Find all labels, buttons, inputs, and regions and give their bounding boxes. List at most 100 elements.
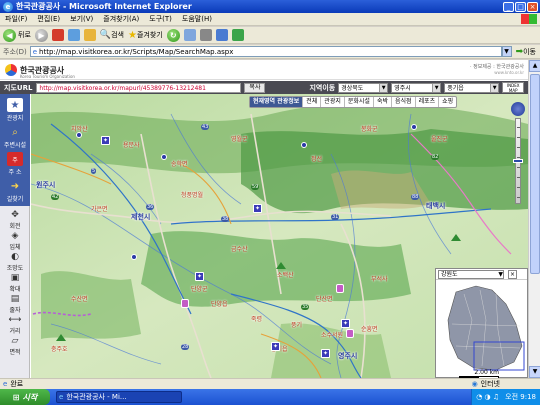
distance-icon: ⟷ bbox=[8, 315, 22, 325]
map-label-place: 용문사 bbox=[123, 142, 140, 149]
forward-button[interactable]: ▶ bbox=[34, 28, 48, 42]
search-button[interactable]: 🔍 검색 bbox=[100, 30, 124, 40]
poi-tourist-icon[interactable]: ✦ bbox=[253, 204, 262, 213]
category-lodging[interactable]: 숙박 bbox=[374, 97, 392, 107]
maximize-button[interactable]: □ bbox=[515, 1, 526, 12]
index-map-button[interactable]: INDEX MAP bbox=[502, 82, 525, 93]
go-button[interactable]: ➡ 이동 bbox=[512, 47, 540, 57]
map-url-field[interactable]: http://map.visitkorea.or.kr/mapurl/45389… bbox=[36, 82, 242, 93]
poi-tourist-icon[interactable]: ✦ bbox=[321, 349, 330, 358]
history-button[interactable]: ↻ bbox=[166, 28, 180, 42]
province-select[interactable]: 경상북도 ▼ bbox=[338, 82, 389, 93]
poi-dot-icon[interactable] bbox=[131, 254, 137, 260]
menu-favorites[interactable]: 즐겨찾기(A) bbox=[98, 14, 144, 24]
compass-icon[interactable] bbox=[511, 102, 525, 116]
magnifier-icon: ⌕ bbox=[12, 126, 18, 138]
overview-close-button[interactable]: × bbox=[508, 269, 517, 279]
zoom-slider-thumb[interactable] bbox=[513, 159, 523, 163]
poi-tourist-icon[interactable]: ✦ bbox=[341, 319, 350, 328]
web-content: 한국관광공사 Korea Tourism Organization · 정보제공… bbox=[0, 60, 540, 378]
messenger-button[interactable] bbox=[231, 29, 244, 41]
terrain-map[interactable]: 현재영역 관광정보 전체 관광지 문화시설 숙박 음식점 레포츠 쇼핑 원주시 … bbox=[31, 94, 528, 378]
menu-view[interactable]: 보기(V) bbox=[65, 14, 98, 24]
home-button[interactable] bbox=[83, 29, 96, 41]
tool-zoom[interactable]: ▣ 확대 bbox=[0, 273, 30, 293]
poi-tourist-icon[interactable]: ✦ bbox=[271, 342, 280, 351]
tray-icons[interactable]: ◔ ◑ ♫ bbox=[476, 393, 499, 401]
poi-dot-icon[interactable] bbox=[76, 132, 82, 138]
back-button[interactable]: ◀ 뒤로 bbox=[3, 28, 31, 42]
start-button[interactable]: ⊞ 시작 bbox=[0, 389, 50, 405]
print-button[interactable] bbox=[199, 29, 212, 41]
poi-dot-icon[interactable] bbox=[161, 154, 167, 160]
favorites-button[interactable]: ★ 즐겨찾기 bbox=[128, 30, 163, 41]
map-label-place: 풍기 bbox=[291, 322, 303, 329]
tool-3d[interactable]: ◈ 입체 bbox=[0, 231, 30, 251]
page-scrollbar[interactable]: ▲ ▼ bbox=[528, 60, 540, 378]
category-shopping[interactable]: 쇼핑 bbox=[439, 97, 456, 107]
tool-distance[interactable]: ⟷ 거리 bbox=[0, 315, 30, 335]
menu-edit[interactable]: 편집(E) bbox=[32, 14, 65, 24]
site-logo[interactable]: 한국관광공사 Korea Tourism Organization bbox=[5, 64, 75, 79]
sidebar-item-tour[interactable]: ★ 관광지 bbox=[0, 98, 30, 122]
tool-ruler[interactable]: ▤ 줄자 bbox=[0, 294, 30, 314]
status-bar: e 완료 ◉ 인터넷 bbox=[0, 378, 540, 389]
scroll-down-button[interactable]: ▼ bbox=[529, 366, 540, 378]
copy-url-button[interactable]: 복사 bbox=[244, 82, 266, 93]
zoom-tick bbox=[517, 137, 520, 138]
address-dropdown-button[interactable]: ▼ bbox=[501, 46, 512, 57]
overview-map-panel: 강원도 ▼ × bbox=[435, 268, 528, 378]
address-input[interactable]: e http://map.visitkorea.or.kr/Scripts/Ma… bbox=[29, 46, 502, 57]
map-label-place: 죽령 bbox=[251, 316, 263, 323]
sidebar-item-route[interactable]: ➜ 길찾기 bbox=[0, 179, 30, 204]
taskbar-item-ie[interactable]: e 한국관광공사 - Mi... bbox=[56, 391, 182, 403]
category-all[interactable]: 전체 bbox=[303, 97, 322, 107]
arrow-icon: ➜ bbox=[10, 180, 20, 192]
stop-button[interactable] bbox=[51, 29, 64, 41]
poi-dot-icon[interactable] bbox=[301, 142, 307, 148]
poi-tourist-icon[interactable]: ✦ bbox=[195, 272, 204, 281]
category-restaurant[interactable]: 음식점 bbox=[392, 97, 416, 107]
map-label-place: 청풍명월 bbox=[181, 192, 204, 199]
menu-file[interactable]: 파일(F) bbox=[0, 14, 32, 24]
town-select[interactable]: 풍기읍 ▼ bbox=[444, 82, 500, 93]
overview-region-select[interactable]: 강원도 ▼ bbox=[438, 269, 504, 279]
overview-header: 강원도 ▼ × bbox=[436, 269, 527, 280]
menu-tools[interactable]: 도구(T) bbox=[144, 14, 177, 24]
scroll-thumb[interactable] bbox=[530, 74, 540, 274]
clock: 오전 9:18 bbox=[505, 393, 536, 401]
close-button[interactable]: × bbox=[527, 1, 538, 12]
zoom-slider-track[interactable] bbox=[513, 118, 523, 204]
category-tourist-spot[interactable]: 관광지 bbox=[321, 97, 345, 107]
scroll-up-button[interactable]: ▲ bbox=[529, 60, 540, 72]
edit-button[interactable] bbox=[215, 29, 228, 41]
overview-map[interactable] bbox=[436, 280, 527, 376]
sidebar-item-address[interactable]: 주 주 소 bbox=[0, 152, 30, 176]
poi-culture-icon[interactable] bbox=[336, 284, 344, 293]
tool-rotate[interactable]: ✥ 회전 bbox=[0, 210, 30, 230]
city-select[interactable]: 영주시 ▼ bbox=[391, 82, 442, 93]
header-credit: · 정보제공 : 한국관광공사 www.knto.or.kr bbox=[469, 64, 524, 75]
tool-area[interactable]: ▱ 면적 bbox=[0, 336, 30, 356]
refresh-button[interactable] bbox=[67, 29, 80, 41]
sidebar-item-nearby[interactable]: ⌕ 주변시설 bbox=[0, 125, 30, 150]
star-icon: ★ bbox=[128, 29, 137, 41]
map-label-place: 송학면 bbox=[171, 161, 188, 168]
minimize-button[interactable]: _ bbox=[503, 1, 514, 12]
zoom-tick bbox=[517, 187, 520, 188]
poi-dot-icon[interactable] bbox=[411, 124, 417, 130]
mail-button[interactable] bbox=[183, 29, 196, 41]
road-number: 5 bbox=[91, 168, 97, 174]
tool-bird-view[interactable]: ◐ 조망도 bbox=[0, 252, 30, 272]
ie-small-icon: e bbox=[59, 393, 64, 401]
poi-culture-icon[interactable] bbox=[181, 299, 189, 308]
menu-help[interactable]: 도움말(H) bbox=[177, 14, 217, 24]
refresh-icon bbox=[67, 29, 80, 41]
category-current-area[interactable]: 현재영역 관광정보 bbox=[250, 97, 304, 107]
site-header: 한국관광공사 Korea Tourism Organization · 정보제공… bbox=[0, 60, 528, 80]
poi-tourist-icon[interactable]: ✦ bbox=[101, 136, 110, 145]
poi-culture-icon[interactable] bbox=[346, 329, 354, 338]
zoom-control[interactable] bbox=[511, 102, 525, 212]
category-leisure[interactable]: 레포츠 bbox=[416, 97, 440, 107]
category-culture[interactable]: 문화시설 bbox=[345, 97, 374, 107]
